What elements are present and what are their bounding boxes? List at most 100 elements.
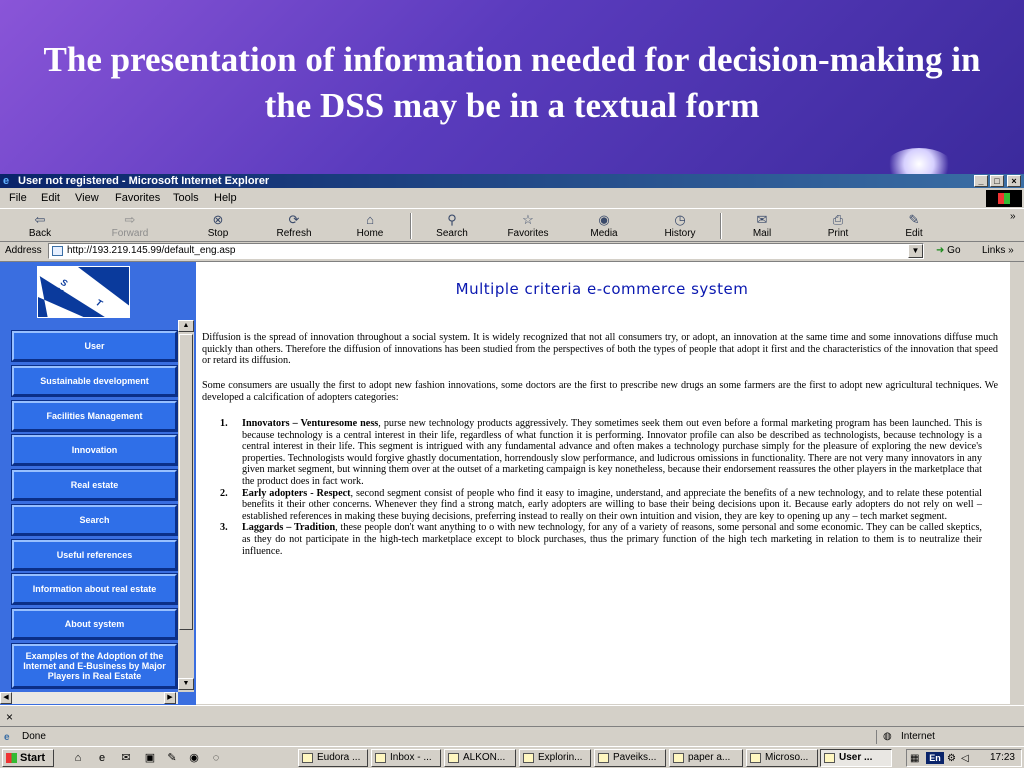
nav-search[interactable]: Search — [12, 505, 177, 535]
nav-real-estate[interactable]: Real estate — [12, 470, 177, 500]
nav-about-system[interactable]: About system — [12, 609, 177, 639]
adopter-categories-list: 1. Innovators – Venturesome ness, purse … — [202, 418, 982, 557]
task-microsoft[interactable]: Microso... — [746, 749, 818, 767]
network-icon[interactable]: ▦ — [910, 751, 919, 767]
menu-favorites[interactable]: Favorites — [115, 189, 160, 208]
adopter-term: Early adopters - Respect — [242, 487, 351, 499]
restore-button[interactable]: □ — [990, 175, 1004, 187]
tray-tool-icon[interactable]: ⚙ — [947, 751, 956, 767]
adopter-description: , second segment consist of people who f… — [242, 487, 982, 522]
page-heading: Multiple criteria e-commerce system — [455, 280, 749, 298]
page-content: Multiple criteria e-commerce system Diff… — [202, 262, 1002, 705]
address-input[interactable]: http://193.219.145.99/default_eng.asp — [48, 243, 924, 259]
minimize-button[interactable]: _ — [974, 175, 988, 187]
toolbar-more-chevron[interactable]: » — [1010, 211, 1016, 222]
page-scrollbar[interactable] — [1010, 262, 1024, 705]
nav-information-about-real-estate[interactable]: Information about real estate — [12, 574, 177, 604]
favorites-button[interactable]: ☆ Favorites — [498, 211, 558, 241]
task-user-active[interactable]: User ... — [820, 749, 892, 767]
task-paveiks[interactable]: Paveiks... — [594, 749, 666, 767]
app-icon — [448, 753, 459, 763]
close-button[interactable]: × — [1007, 175, 1021, 187]
toolbar-separator — [410, 213, 412, 239]
address-dropdown-button[interactable]: ▼ — [908, 244, 923, 258]
windows-flag-icon — [986, 190, 1022, 207]
browser-window: e User not registered - Microsoft Intern… — [0, 174, 1024, 768]
app-icon — [673, 753, 684, 763]
app-icon — [824, 753, 835, 763]
media-button[interactable]: ◉ Media — [574, 211, 634, 241]
address-url: http://193.219.145.99/default_eng.asp — [67, 245, 236, 256]
toolbar: ⇦ Back ⇨ Forward ⊗ Stop ⟳ Refresh ⌂ Home… — [0, 208, 1024, 242]
task-eudora[interactable]: Eudora ... — [298, 749, 368, 767]
menu-help[interactable]: Help — [214, 189, 237, 208]
window-titlebar[interactable]: e User not registered - Microsoft Intern… — [0, 174, 1024, 188]
menu-edit[interactable]: Edit — [41, 189, 60, 208]
quicklaunch-help-icon[interactable]: ◌ — [208, 751, 224, 765]
window-title: User not registered - Microsoft Internet… — [18, 175, 270, 187]
page-icon — [52, 246, 63, 256]
start-button[interactable]: Start — [2, 749, 54, 767]
volume-icon[interactable]: ◁ — [961, 751, 969, 767]
links-button[interactable]: Links » — [982, 242, 1014, 260]
nav-useful-references[interactable]: Useful references — [12, 540, 177, 570]
close-icon[interactable]: × — [6, 710, 13, 724]
scroll-left-icon[interactable]: ◀ — [0, 692, 12, 704]
go-button[interactable]: ➜ Go — [936, 242, 961, 260]
adopter-term: Innovators – Venturesome ness — [242, 418, 379, 429]
edit-button[interactable]: ✎ Edit — [884, 211, 944, 241]
nav-innovation[interactable]: Innovation — [12, 435, 177, 465]
task-inbox[interactable]: Inbox - ... — [371, 749, 441, 767]
nav-sustainable-development[interactable]: Sustainable development — [12, 366, 177, 396]
app-icon — [523, 753, 534, 763]
address-label: Address — [5, 245, 42, 256]
status-text: Done — [22, 731, 46, 742]
quicklaunch-outlook-icon[interactable]: ✉ — [118, 751, 134, 765]
quicklaunch-ie-icon[interactable]: e — [94, 751, 110, 765]
refresh-icon: ⟳ — [288, 212, 300, 227]
menu-tools[interactable]: Tools — [173, 189, 199, 208]
sidebar-horizontal-scrollbar[interactable]: ◀ ▶ — [0, 692, 178, 704]
quicklaunch-paint-icon[interactable]: ✎ — [164, 751, 180, 765]
mail-button[interactable]: ✉ Mail — [732, 211, 792, 241]
sidebar-scroll-thumb[interactable] — [179, 334, 193, 630]
paragraph-diffusion: Diffusion is the spread of innovation th… — [202, 332, 998, 367]
history-icon: ◷ — [674, 212, 686, 227]
forward-button[interactable]: ⇨ Forward — [100, 211, 160, 241]
print-button[interactable]: ⎙ Print — [808, 211, 868, 241]
clock: 17:23 — [989, 752, 1015, 763]
paragraph-consumers: Some consumers are usually the first to … — [202, 380, 998, 403]
refresh-button[interactable]: ⟳ Refresh — [264, 211, 324, 241]
task-alkon[interactable]: ALKON... — [444, 749, 516, 767]
stop-button[interactable]: ⊗ Stop — [188, 211, 248, 241]
task-exploring[interactable]: Explorin... — [519, 749, 591, 767]
toolbar-separator — [720, 213, 722, 239]
quicklaunch-folder-icon[interactable]: ▣ — [142, 751, 158, 765]
home-button[interactable]: ⌂ Home — [340, 211, 400, 241]
menu-file[interactable]: File — [9, 189, 27, 208]
ie-logo-icon: e — [3, 175, 10, 187]
slide-title: The presentation of information needed f… — [0, 0, 1024, 174]
quicklaunch-media-icon[interactable]: ◉ — [186, 751, 202, 765]
forward-arrow-icon: ⇨ — [124, 212, 136, 227]
nav-facilities-management[interactable]: Facilities Management — [12, 401, 177, 431]
scroll-right-icon[interactable]: ▶ — [164, 692, 176, 704]
nav-user[interactable]: User — [12, 331, 177, 361]
history-button[interactable]: ◷ History — [650, 211, 710, 241]
list-item: 2. Early adopters - Respect, second segm… — [220, 487, 982, 522]
scroll-down-icon[interactable]: ▼ — [178, 678, 194, 690]
language-indicator[interactable]: En — [926, 752, 944, 764]
search-button[interactable]: ⚲ Search — [422, 211, 482, 241]
media-icon: ◉ — [598, 212, 610, 227]
menu-view[interactable]: View — [75, 189, 99, 208]
list-item: 3. Laggards – Tradition, these people do… — [220, 522, 982, 557]
sidebar-scrollbar[interactable]: ▲ ▼ — [178, 320, 194, 692]
app-icon — [750, 753, 761, 763]
task-paper[interactable]: paper a... — [669, 749, 743, 767]
security-zone: ◍ Internet — [876, 730, 1024, 744]
back-button[interactable]: ⇦ Back — [10, 211, 70, 241]
scroll-up-icon[interactable]: ▲ — [178, 320, 194, 332]
favorites-icon: ☆ — [522, 212, 534, 227]
quicklaunch-desktop-icon[interactable]: ⌂ — [70, 751, 86, 765]
nav-examples-adoption[interactable]: Examples of the Adoption of the Internet… — [12, 644, 177, 688]
